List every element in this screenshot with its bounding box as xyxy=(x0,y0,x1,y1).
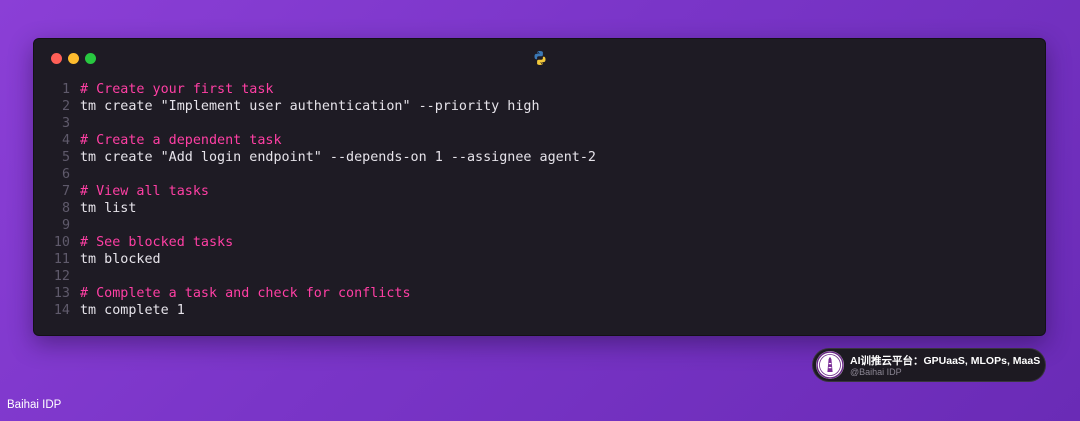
code-line: 8 tm list xyxy=(34,200,1045,217)
line-number: 11 xyxy=(53,252,70,267)
code-comment: # Create your first task xyxy=(80,82,274,97)
code-line: 5 tm create "Add login endpoint" --depend… xyxy=(34,149,1045,166)
code-text: tm complete 1 xyxy=(80,303,185,318)
code-line: 6 xyxy=(34,166,1045,183)
code-line: 4 # Create a dependent task xyxy=(34,132,1045,149)
code-line: 2 tm create "Implement user authenticatio… xyxy=(34,98,1045,115)
code-comment: # See blocked tasks xyxy=(80,235,234,250)
code-text: tm create "Add login endpoint" --depends… xyxy=(80,150,596,165)
line-number: 2 xyxy=(61,99,70,114)
code-line: 9 xyxy=(34,217,1045,234)
line-number: 8 xyxy=(61,201,70,216)
line-number: 12 xyxy=(53,269,70,284)
code-comment: # Create a dependent task xyxy=(80,133,282,148)
code-line: 13 # Complete a task and check for confli… xyxy=(34,285,1045,302)
line-number: 1 xyxy=(61,82,70,97)
zoom-button[interactable] xyxy=(85,53,96,64)
window-titlebar xyxy=(34,39,1045,77)
code-line: 7 # View all tasks xyxy=(34,183,1045,200)
line-number: 13 xyxy=(53,286,70,301)
watermark-text: Baihai IDP xyxy=(7,399,62,411)
code-comment: # View all tasks xyxy=(80,184,209,199)
code-line: 3 xyxy=(34,115,1045,132)
code-line: 12 xyxy=(34,268,1045,285)
code-line: 14 tm complete 1 xyxy=(34,302,1045,319)
code-text: tm create "Implement user authentication… xyxy=(80,99,540,114)
line-number: 3 xyxy=(61,116,70,131)
line-number: 9 xyxy=(61,218,70,233)
code-line: 10 # See blocked tasks xyxy=(34,234,1045,251)
code-line: 1 # Create your first task xyxy=(34,81,1045,98)
code-block: 1 # Create your first task 2 tm create "Imp… xyxy=(34,81,1045,319)
python-logo-icon xyxy=(534,51,546,65)
profile-title: AI训推云平台：GPUaaS, MLOPs, MaaS xyxy=(850,355,1041,367)
line-number: 4 xyxy=(61,133,70,148)
profile-badge[interactable]: AI训推云平台：GPUaaS, MLOPs, MaaS @Baihai IDP xyxy=(812,348,1046,382)
code-text: tm list xyxy=(80,201,137,216)
line-number: 14 xyxy=(53,303,70,318)
code-comment: # Complete a task and check for conflict… xyxy=(80,286,411,301)
profile-handle: @Baihai IDP xyxy=(850,367,902,377)
line-number: 6 xyxy=(61,167,70,182)
code-line: 11 tm blocked xyxy=(34,251,1045,268)
code-window: 1 # Create your first task 2 tm create "Imp… xyxy=(33,38,1046,336)
line-number: 10 xyxy=(53,235,70,250)
close-button[interactable] xyxy=(51,53,62,64)
line-number: 5 xyxy=(61,150,70,165)
lighthouse-logo-icon xyxy=(816,351,844,379)
line-number: 7 xyxy=(61,184,70,199)
traffic-lights xyxy=(51,53,96,64)
minimize-button[interactable] xyxy=(68,53,79,64)
code-text: tm blocked xyxy=(80,252,161,267)
